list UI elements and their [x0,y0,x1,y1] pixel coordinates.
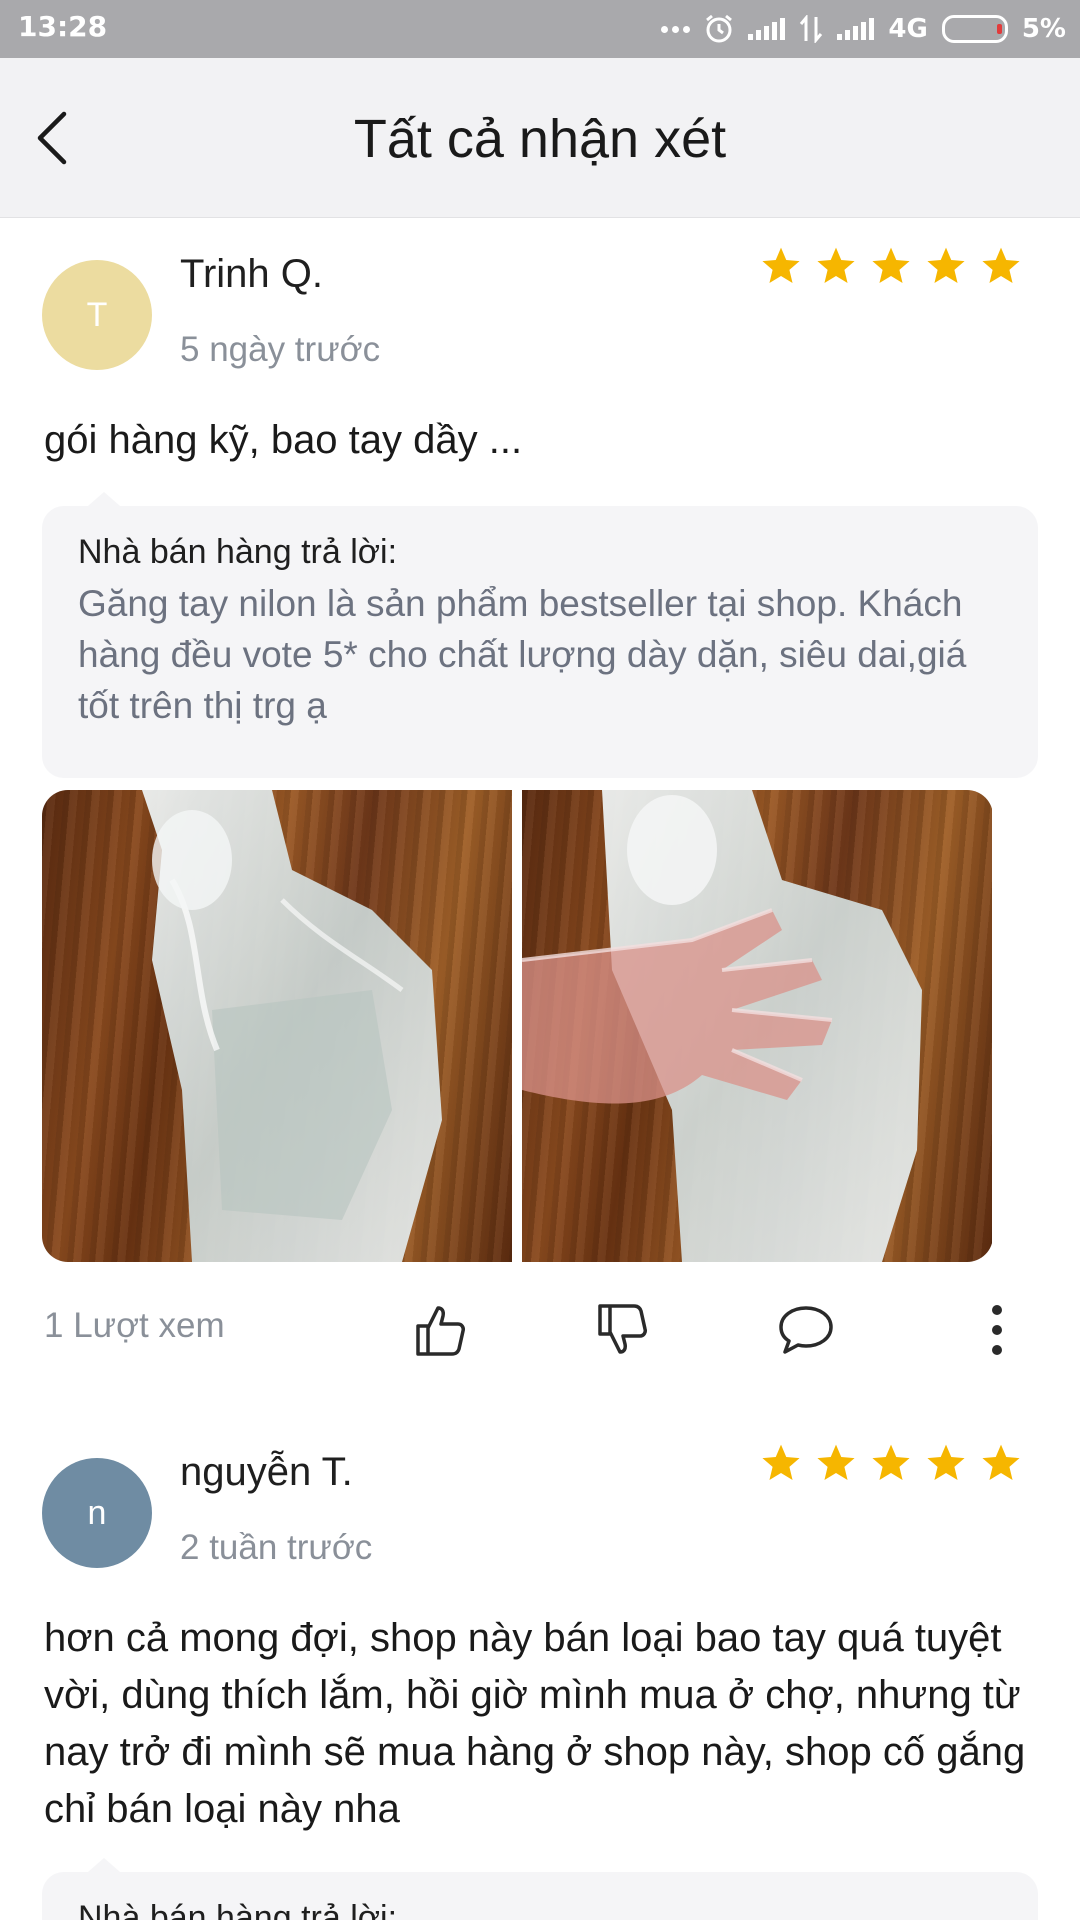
avatar: n [42,1458,152,1568]
like-button[interactable] [408,1298,472,1362]
seller-reply: Nhà bán hàng trả lời: Găng tay nilon là … [42,492,1038,778]
star-icon [817,247,855,283]
avatar-letter: T [86,295,108,334]
star-rating [760,1442,1022,1484]
more-vertical-icon [992,1305,1002,1355]
review-item: n nguyễn T. 2 tuần trước hơn cả mong đợi… [0,1414,1080,1920]
star-icon [927,1444,965,1480]
reviewer-name: nguyễn T. [180,1450,353,1494]
status-bar: 13:28 4G 5% [0,0,1080,58]
status-time: 13:28 [18,10,108,43]
star-icon [817,1444,855,1480]
review-actions: 1 Lượt xem [0,1288,1080,1368]
signal-strength-icon [748,18,786,40]
network-type: 4G [888,14,928,44]
star-icon [872,247,910,283]
reviewer-name: Trinh Q. [180,252,323,296]
star-icon [927,247,965,283]
review-text: hơn cả mong đợi, shop này bán loại bao t… [44,1616,1026,1831]
review-date: 5 ngày trước [180,330,381,369]
gloves-pack-image [142,790,442,1262]
status-icons: 4G 5% [661,10,1066,48]
star-rating [760,245,1022,287]
data-transfer-icon [800,15,823,43]
signal-strength-2-icon [837,18,875,40]
seller-reply-label: Nhà bán hàng trả lời: [78,533,398,571]
review-photo[interactable] [522,790,992,1262]
alarm-icon [706,14,733,43]
more-options-button[interactable] [965,1298,1029,1362]
gloves-hand-image [522,790,922,1262]
more-notifications-icon [661,25,691,33]
review-photos [42,790,993,1262]
battery-level: 5% [1021,14,1066,44]
review-date: 2 tuần trước [180,1528,373,1567]
seller-reply-text: Găng tay nilon là sản phẩm bestseller tạ… [78,583,967,726]
comment-button[interactable] [774,1298,838,1362]
dislike-button[interactable] [590,1298,654,1362]
comment-icon [779,1306,833,1354]
avatar-letter: n [87,1493,107,1532]
header: Tất cả nhận xét [0,58,1080,218]
thumbs-down-icon [598,1304,647,1354]
battery-icon [941,15,1008,43]
review-photo[interactable] [42,790,512,1262]
view-count: 1 Lượt xem [44,1306,225,1345]
star-icon [982,247,1020,283]
star-icon [872,1444,910,1480]
star-icon [982,1444,1020,1480]
star-icon [762,1444,800,1480]
star-icon [762,247,800,283]
page-title: Tất cả nhận xét [353,109,727,169]
seller-reply-label: Nhà bán hàng trả lời: [78,1899,398,1920]
avatar: T [42,260,152,370]
thumbs-up-icon [416,1306,465,1356]
review-text: gói hàng kỹ, bao tay dầy ... [44,418,523,462]
seller-reply: Nhà bán hàng trả lời: [42,1858,1038,1920]
